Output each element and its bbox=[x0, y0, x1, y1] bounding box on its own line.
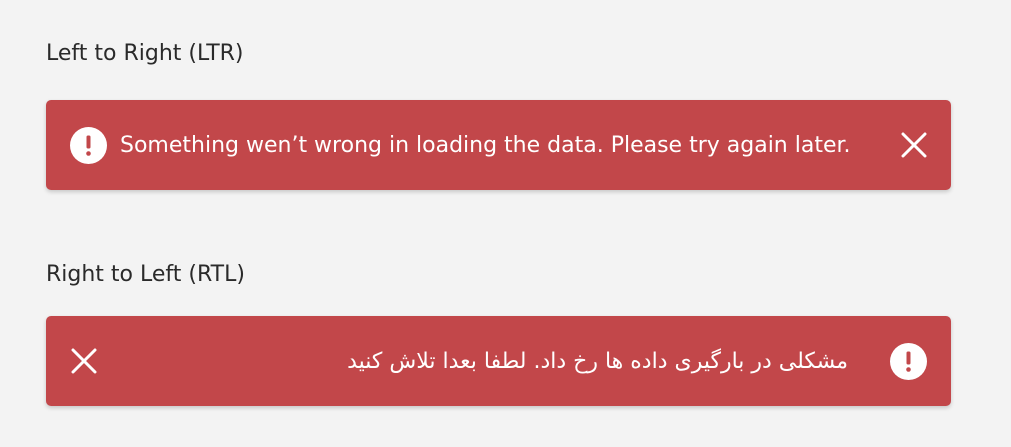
alert-message-rtl: مشکلی در بارگیری داده ها رخ داد. لطفا بع… bbox=[347, 348, 848, 374]
rtl-section-title: Right to Left (RTL) bbox=[46, 262, 245, 287]
ltr-section-title: Left to Right (LTR) bbox=[46, 41, 244, 66]
error-alert-rtl: مشکلی در بارگیری داده ها رخ داد. لطفا بع… bbox=[46, 316, 951, 406]
alert-message-ltr: Something wen’t wrong in loading the dat… bbox=[120, 132, 851, 158]
close-icon[interactable] bbox=[69, 346, 99, 376]
exclamation-icon bbox=[890, 342, 927, 380]
close-icon[interactable] bbox=[899, 130, 929, 160]
exclamation-icon bbox=[70, 126, 107, 164]
error-alert-ltr: Something wen’t wrong in loading the dat… bbox=[46, 100, 951, 190]
